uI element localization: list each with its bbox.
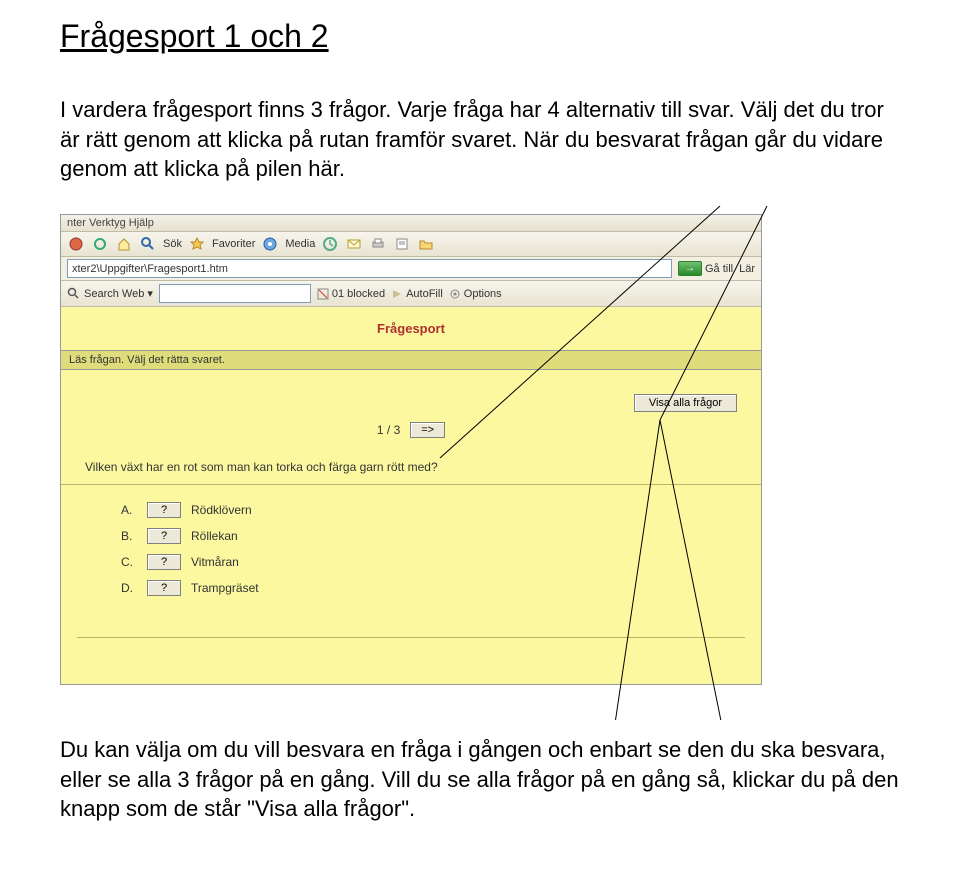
answer-letter: C. (121, 555, 137, 569)
quiz-title: Frågesport (61, 315, 761, 350)
searchweb-label[interactable]: Search Web ▾ (67, 287, 153, 301)
go-icon[interactable]: → (678, 261, 702, 276)
lan-label[interactable]: Lär (739, 263, 755, 275)
answer-text: Trampgräset (191, 581, 259, 595)
answer-text: Vitmåran (191, 555, 239, 569)
go-label: Gå till (705, 263, 733, 275)
edit-icon[interactable] (393, 235, 411, 253)
answer-letter: A. (121, 503, 137, 517)
mail-icon[interactable] (345, 235, 363, 253)
options-label: Options (464, 288, 502, 300)
next-button[interactable]: => (410, 422, 445, 438)
browser-addressbar: xter2\Uppgifter\Fragesport1.htm → Gå til… (61, 257, 761, 281)
favorites-icon[interactable] (188, 235, 206, 253)
intro-paragraph: I vardera frågesport finns 3 frågor. Var… (60, 95, 900, 184)
answer-row: A. ? Rödklövern (121, 497, 701, 523)
quiz-pager: 1 / 3 => (61, 416, 761, 460)
quiz-footer-divider (77, 637, 745, 664)
blocked-count: 01 blocked (332, 288, 385, 300)
search-icon[interactable] (139, 235, 157, 253)
folder-icon[interactable] (417, 235, 435, 253)
show-all-button[interactable]: Visa alla frågor (634, 394, 737, 412)
browser-searchbar: Search Web ▾ 01 blocked AutoFill Options (61, 281, 761, 307)
media-icon[interactable] (261, 235, 279, 253)
pager-count: 1 / 3 (377, 423, 400, 437)
answer-button-a[interactable]: ? (147, 502, 181, 518)
search-input[interactable] (159, 284, 311, 303)
address-input[interactable]: xter2\Uppgifter\Fragesport1.htm (67, 259, 672, 278)
autofill-label: AutoFill (406, 288, 443, 300)
media-label: Media (285, 238, 315, 250)
browser-menubar[interactable]: nter Verktyg Hjälp (61, 215, 761, 232)
autofill-chip[interactable]: AutoFill (391, 288, 443, 300)
answer-letter: D. (121, 581, 137, 595)
chevron-down-icon: ▾ (147, 287, 153, 300)
answer-button-c[interactable]: ? (147, 554, 181, 570)
answer-button-b[interactable]: ? (147, 528, 181, 544)
answer-row: C. ? Vitmåran (121, 549, 701, 575)
stop-icon[interactable] (67, 235, 85, 253)
history-icon[interactable] (321, 235, 339, 253)
outro-paragraph: Du kan välja om du vill besvara en fråga… (60, 735, 900, 824)
searchweb-text: Search Web (84, 288, 144, 300)
answer-button-d[interactable]: ? (147, 580, 181, 596)
home-icon[interactable] (115, 235, 133, 253)
answer-row: D. ? Trampgräset (121, 575, 701, 601)
quiz-content: Frågesport Läs frågan. Välj det rätta sv… (61, 307, 761, 684)
popup-blocked[interactable]: 01 blocked (317, 288, 385, 300)
search-label: Sök (163, 238, 182, 250)
quiz-instruction: Läs frågan. Välj det rätta svaret. (61, 350, 761, 370)
options-chip[interactable]: Options (449, 288, 502, 300)
quiz-answers: A. ? Rödklövern B. ? Röllekan C. ? Vitmå… (61, 497, 761, 621)
refresh-icon[interactable] (91, 235, 109, 253)
answer-row: B. ? Röllekan (121, 523, 701, 549)
favorites-label: Favoriter (212, 238, 255, 250)
answer-letter: B. (121, 529, 137, 543)
browser-screenshot: nter Verktyg Hjälp Sök Favoriter M (60, 214, 762, 685)
page-title: Frågesport 1 och 2 (60, 18, 900, 55)
quiz-question: Vilken växt har en rot som man kan torka… (61, 460, 761, 485)
browser-toolbar: Sök Favoriter Media (61, 232, 761, 257)
print-icon[interactable] (369, 235, 387, 253)
answer-text: Rödklövern (191, 503, 252, 517)
answer-text: Röllekan (191, 529, 238, 543)
